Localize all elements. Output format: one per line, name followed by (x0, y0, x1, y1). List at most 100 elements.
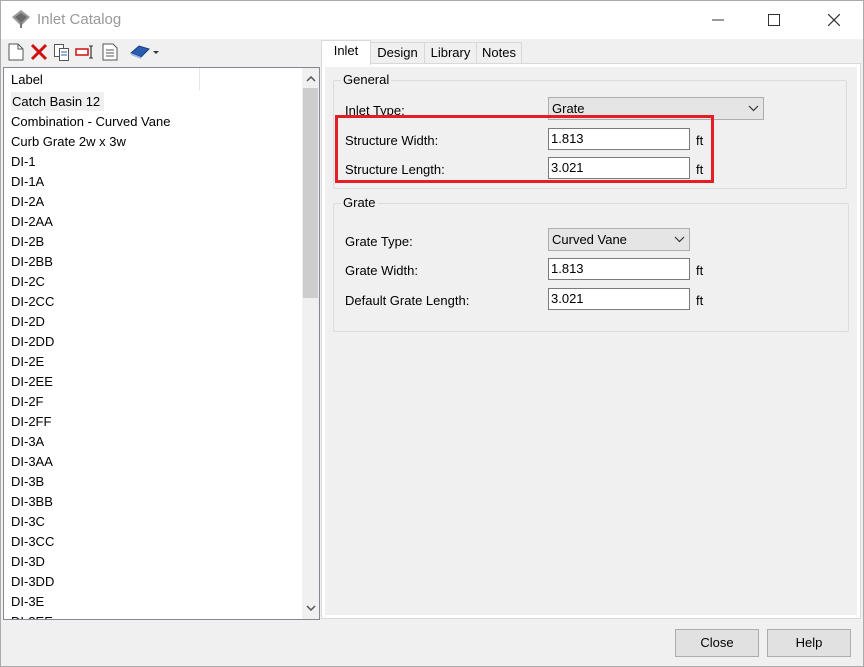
list-item-label: DI-2EE (11, 374, 53, 389)
tab-library[interactable]: Library (424, 42, 477, 64)
list-item-label: DI-3D (11, 554, 45, 569)
help-button[interactable]: Help (767, 629, 851, 657)
app-icon (11, 9, 31, 29)
chevron-up-icon (305, 75, 316, 82)
list-item[interactable]: DI-3C (4, 512, 300, 532)
new-button[interactable] (5, 41, 27, 63)
list-item[interactable]: DI-3CC (4, 532, 300, 552)
grate-width-input[interactable]: 1.813 (548, 258, 690, 280)
delete-icon (30, 43, 48, 61)
close-window-button[interactable] (811, 1, 857, 39)
inlet-catalog-window: Inlet Catalog Label Catch Basin 12 Combi… (0, 0, 864, 667)
list-item[interactable]: DI-2E (4, 352, 300, 372)
tab-design[interactable]: Design (370, 42, 425, 64)
catalog-book-icon (130, 45, 159, 59)
grate-width-unit: ft (696, 263, 704, 278)
list-item[interactable]: DI-3A (4, 432, 300, 452)
scroll-down-button[interactable] (302, 599, 319, 616)
list-item[interactable]: DI-3D (4, 552, 300, 572)
close-icon (828, 14, 840, 26)
list-item[interactable]: DI-2D (4, 312, 300, 332)
scroll-thumb[interactable] (303, 88, 318, 298)
minimize-button[interactable] (695, 1, 741, 39)
rename-button[interactable] (74, 41, 96, 63)
grate-type-label: Grate Type: (345, 234, 413, 249)
list-item[interactable]: DI-2BB (4, 252, 300, 272)
minimize-icon (712, 19, 724, 21)
report-icon (102, 43, 118, 61)
title-bar: Inlet Catalog (1, 1, 863, 39)
list-item[interactable]: DI-2DD (4, 332, 300, 352)
list-column-header[interactable]: Label (4, 68, 200, 90)
list-item-label: DI-2FF (11, 414, 52, 429)
list-item[interactable]: DI-1 (4, 152, 300, 172)
list-item-label: DI-2DD (11, 334, 55, 349)
list-item-label: DI-1A (11, 174, 45, 189)
report-button[interactable] (99, 41, 121, 63)
tab-inlet[interactable]: Inlet (321, 40, 371, 65)
grate-type-select[interactable]: Curved Vane (548, 228, 690, 251)
maximize-icon (768, 14, 780, 26)
list-item[interactable]: DI-2C (4, 272, 300, 292)
list-item[interactable]: DI-2B (4, 232, 300, 252)
chevron-down-icon (674, 229, 685, 250)
list-item-label: DI-3CC (11, 534, 55, 549)
list-item[interactable]: DI-3AA (4, 452, 300, 472)
list-item[interactable]: DI-3DD (4, 572, 300, 592)
grate-type-value: Curved Vane (552, 232, 627, 247)
dialog-button-bar: Close Help (1, 621, 863, 666)
list-item[interactable]: DI-1A (4, 172, 300, 192)
copy-button[interactable] (51, 41, 73, 63)
list-item[interactable]: DI-3BB (4, 492, 300, 512)
new-icon (8, 43, 24, 61)
list-item[interactable]: Catch Basin 12 (4, 92, 300, 112)
grate-group: Grate Grate Type: Curved Vane Grate Widt… (333, 195, 849, 332)
list-item-label: DI-3E (11, 594, 45, 609)
list-item[interactable]: DI-2A (4, 192, 300, 212)
grate-width-label: Grate Width: (345, 263, 418, 278)
list-item[interactable]: DI-3B (4, 472, 300, 492)
highlight-annotation (335, 115, 714, 183)
list-item-label: DI-2BB (11, 254, 53, 269)
list-item-label: Combination - Curved Vane (11, 114, 171, 129)
list-item[interactable]: Combination - Curved Vane (4, 112, 300, 132)
list-item[interactable]: DI-3EE (4, 612, 300, 619)
catalog-dropdown-button[interactable] (127, 41, 161, 63)
column-header-label: Label (11, 72, 43, 87)
list-item-label: DI-2B (11, 234, 45, 249)
chevron-down-icon (305, 604, 316, 611)
grate-group-title: Grate (341, 195, 378, 210)
list-item-label: DI-3C (11, 514, 45, 529)
list-item[interactable]: DI-2AA (4, 212, 300, 232)
list-item[interactable]: DI-2EE (4, 372, 300, 392)
maximize-button[interactable] (751, 1, 797, 39)
list-scrollbar[interactable] (302, 68, 319, 619)
list-item[interactable]: DI-2CC (4, 292, 300, 312)
list-item-label: DI-2CC (11, 294, 55, 309)
inlet-type-value: Grate (552, 101, 585, 116)
delete-button[interactable] (28, 41, 50, 63)
window-title: Inlet Catalog (37, 11, 122, 28)
rename-icon (75, 45, 93, 59)
list-item[interactable]: DI-2FF (4, 412, 300, 432)
list-item-label: DI-2F (11, 394, 44, 409)
list-item-label: DI-3DD (11, 574, 55, 589)
list-item-label: DI-3A (11, 434, 45, 449)
list-item[interactable]: DI-3E (4, 592, 300, 612)
list-item-label: DI-3BB (11, 494, 53, 509)
list-item-label: Curb Grate 2w x 3w (11, 134, 126, 149)
toolbar (5, 41, 165, 65)
close-button[interactable]: Close (675, 629, 759, 657)
list-item-label: DI-1 (11, 154, 36, 169)
general-group-title: General (341, 72, 392, 87)
list-item-label: DI-3EE (11, 614, 53, 619)
default-grate-length-input[interactable]: 3.021 (548, 288, 690, 310)
scroll-up-button[interactable] (302, 70, 319, 87)
list-item[interactable]: DI-2F (4, 392, 300, 412)
list-item-label: DI-2E (11, 354, 45, 369)
tab-notes[interactable]: Notes (476, 42, 522, 64)
list-item[interactable]: Curb Grate 2w x 3w (4, 132, 300, 152)
list-item-label: DI-2D (11, 314, 45, 329)
inlet-list[interactable]: Label Catch Basin 12 Combination - Curved… (3, 67, 320, 620)
list-items: Catch Basin 12 Combination - Curved Vane C… (4, 92, 300, 619)
